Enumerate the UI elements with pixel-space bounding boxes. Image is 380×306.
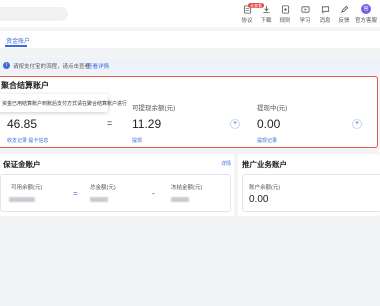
plus-button[interactable]: + bbox=[230, 119, 240, 129]
equals-sign: = bbox=[107, 118, 113, 128]
settlement-tooltip: 资金已用结算账户到账后支付方式请在聚合结算账户进行 bbox=[0, 94, 127, 112]
frozen-amount-label: 冻结金额(元) bbox=[171, 185, 203, 191]
nav-label: 规则 bbox=[279, 18, 291, 24]
withdrawing-label: 提现中(元) bbox=[257, 105, 288, 112]
notice-banner: i 请按支付宝的流程，请点击查看 查看详情 bbox=[0, 58, 380, 73]
frozen-amount-value-hidden bbox=[171, 197, 189, 202]
deposit-inner-panel: 可用余额(元) = 总金额(元) - 冻结金额(元) bbox=[0, 174, 231, 212]
notice-text: 请按支付宝的流程，请点击查看 bbox=[13, 64, 91, 70]
download-icon bbox=[262, 5, 270, 14]
feedback-icon bbox=[340, 5, 348, 13]
available-balance-label: 可用余额(元) bbox=[11, 185, 43, 191]
total-amount-value-hidden bbox=[90, 197, 108, 202]
tab-underline bbox=[5, 45, 27, 47]
total-amount-label: 总金额(元) bbox=[90, 185, 116, 191]
settlement-balance: 46.85 bbox=[7, 117, 38, 131]
equals-sign: = bbox=[73, 189, 78, 198]
nav-item-feedback[interactable]: 反馈 bbox=[333, 4, 355, 24]
promo-account-card: 推广业务账户 账户余额(元) 0.00 bbox=[238, 154, 380, 216]
minus-sign: - bbox=[152, 189, 155, 198]
withdrawing-value: 0.00 bbox=[257, 117, 281, 131]
withdraw-records-link[interactable]: 提现记录 bbox=[257, 137, 277, 144]
withdraw-link[interactable]: 提现 bbox=[132, 137, 142, 144]
deposit-account-card: 保证金账户 详情 可用余额(元) = 总金额(元) - 冻结金额(元) bbox=[0, 154, 234, 216]
promo-title: 推广业务账户 bbox=[242, 160, 287, 169]
promo-balance-value: 0.00 bbox=[249, 194, 269, 205]
learn-icon bbox=[300, 6, 310, 13]
withdrawable-label: 可提现余额(元) bbox=[132, 105, 176, 112]
deposit-detail-link[interactable]: 详情 bbox=[221, 160, 231, 167]
nav-item-learn[interactable]: 学习 bbox=[294, 4, 316, 24]
settlement-balance-links[interactable]: 收支记录 提卡信息 bbox=[7, 137, 48, 144]
nav-item-service[interactable]: 官 官方客服 bbox=[354, 4, 378, 24]
tab-bar: 资金账户 bbox=[0, 31, 380, 48]
available-balance-value-hidden bbox=[9, 197, 35, 202]
promo-balance-label: 账户余额(元) bbox=[249, 185, 281, 191]
deposit-title: 保证金账户 bbox=[3, 160, 41, 169]
nav-label: 反馈 bbox=[338, 18, 350, 24]
promo-inner-panel: 账户余额(元) 0.00 bbox=[242, 174, 380, 212]
withdrawable-value: 11.29 bbox=[132, 117, 162, 131]
notice-link[interactable]: 查看详情 bbox=[87, 62, 109, 70]
top-bar: 去查看 协议 下载 规则 学习 消息 反馈 官 官方客服 bbox=[0, 0, 380, 27]
message-icon bbox=[321, 6, 329, 14]
nav-label: 学习 bbox=[299, 18, 311, 24]
nav-label: 官方客服 bbox=[354, 18, 377, 24]
info-icon: i bbox=[3, 62, 10, 69]
rules-icon bbox=[281, 5, 289, 14]
settlement-account-card: 聚合结算账户 资金已用结算账户到账后支付方式请在聚合结算账户进行 46.85 收… bbox=[0, 76, 378, 148]
tab-fund-account[interactable]: 资金账户 bbox=[6, 36, 30, 45]
service-icon: 官 bbox=[361, 4, 371, 14]
nav-item-rules[interactable]: 规则 bbox=[274, 4, 296, 24]
settlement-title: 聚合结算账户 bbox=[1, 81, 49, 90]
search-input[interactable] bbox=[0, 7, 68, 21]
plus-button[interactable]: + bbox=[352, 119, 362, 129]
